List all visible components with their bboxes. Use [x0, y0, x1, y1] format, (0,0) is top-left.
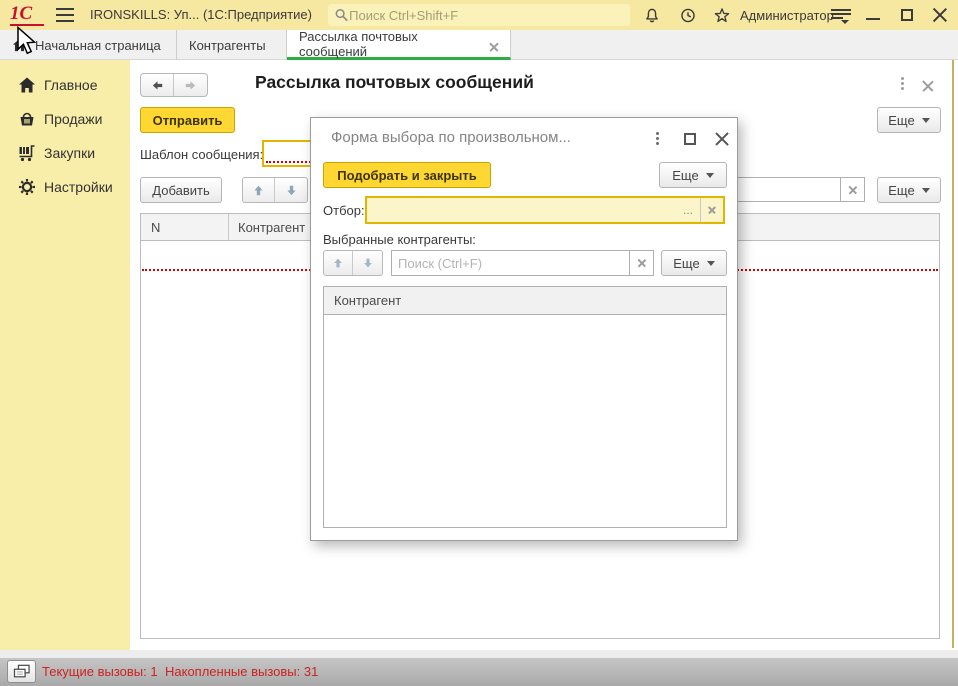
selection-dialog[interactable]: Форма выбора по произвольном... Подобрат… — [310, 117, 738, 541]
page-title: Рассылка почтовых сообщений — [255, 72, 534, 93]
tab-label: Начальная страница — [35, 38, 161, 53]
dialog-maximize-button[interactable] — [684, 133, 696, 145]
dialog-close-button[interactable] — [715, 132, 728, 145]
dialog-list-more-button[interactable]: Еще — [661, 250, 727, 276]
dialog-move-down-button[interactable] — [353, 251, 382, 275]
dialog-search-box[interactable] — [391, 250, 630, 276]
basket-icon — [18, 110, 36, 128]
favorites-star-icon[interactable] — [713, 7, 731, 24]
tab-label: Рассылка почтовых сообщений — [299, 29, 479, 59]
top-bar: 1С IRONSKILLS: Уп... (1С:Предприятие) Ад… — [0, 0, 958, 30]
tab-home[interactable]: Начальная страница — [0, 30, 177, 60]
filter-label: Отбор: — [323, 203, 365, 218]
filter-choose-button[interactable]: ... — [676, 203, 700, 217]
window-minimize-button[interactable] — [866, 18, 880, 20]
gear-icon — [18, 178, 36, 196]
column-header-kontragent[interactable]: Контрагент — [334, 293, 401, 308]
move-down-button[interactable] — [275, 178, 307, 202]
selected-kontragenty-label: Выбранные контрагенты: — [323, 232, 476, 247]
filter-input[interactable]: ... — [365, 196, 725, 224]
service-menu-icon[interactable] — [831, 9, 851, 22]
filter-clear-button[interactable] — [701, 198, 723, 222]
main-search-clear-button[interactable] — [840, 177, 865, 202]
template-label: Шаблон сообщения: — [140, 147, 263, 162]
current-user-label: Администратор — [740, 8, 834, 23]
global-search-input[interactable] — [349, 8, 624, 23]
more-button-label: Еще — [888, 183, 914, 198]
tab-label: Контрагенты — [189, 38, 266, 53]
filter-tools: ... — [676, 198, 723, 222]
more-button-label: Еще — [673, 256, 699, 271]
pick-and-close-button[interactable]: Подобрать и закрыть — [323, 162, 491, 188]
sidebar-item-nastroyki[interactable]: Настройки — [0, 170, 130, 204]
sidebar-item-label: Настройки — [44, 179, 113, 195]
chevron-down-icon — [706, 173, 714, 178]
sidebar: Главное Продажи Закупки — [0, 60, 130, 650]
filter-value-input[interactable] — [367, 203, 676, 218]
sidebar-item-label: Главное — [44, 77, 98, 93]
app-title: IRONSKILLS: Уп... (1С:Предприятие) — [90, 7, 312, 22]
more-button-label: Еще — [888, 113, 914, 128]
notifications-bell-icon[interactable] — [643, 7, 661, 24]
tab-bar: Начальная страница Контрагенты Рассылка … — [0, 30, 958, 60]
sidebar-item-glavnoe[interactable]: Главное — [0, 68, 130, 102]
chevron-down-icon — [707, 261, 715, 266]
cart-icon — [18, 144, 36, 162]
main-more-button[interactable]: Еще — [877, 107, 941, 133]
global-search-box[interactable] — [328, 4, 630, 26]
current-calls-label: Текущие вызовы: 1 — [42, 664, 158, 679]
column-header-n[interactable]: N — [151, 220, 160, 235]
server-calls-icon — [13, 664, 31, 679]
add-button[interactable]: Добавить — [140, 177, 222, 203]
main-table-more-button[interactable]: Еще — [877, 177, 941, 203]
nav-history-group — [140, 73, 208, 97]
more-button-label: Еще — [672, 168, 698, 183]
add-button-label: Добавить — [152, 183, 209, 198]
bottom-strip — [0, 650, 958, 658]
tab-close-icon[interactable] — [489, 39, 498, 48]
history-clock-icon[interactable] — [679, 7, 697, 24]
dialog-title: Форма выбора по произвольном... — [331, 129, 571, 146]
dialog-move-row-group — [323, 250, 383, 276]
move-up-button[interactable] — [243, 178, 275, 202]
dialog-more-button[interactable]: Еще — [659, 162, 727, 188]
sidebar-item-label: Закупки — [44, 145, 95, 161]
main-menu-icon[interactable] — [56, 8, 74, 22]
column-separator[interactable] — [228, 214, 229, 240]
tab-kontragenty[interactable]: Контрагенты — [177, 30, 287, 60]
home-icon — [18, 76, 36, 94]
home-icon — [12, 38, 27, 52]
right-splitter-line[interactable] — [952, 60, 954, 648]
dialog-table-body[interactable] — [323, 315, 727, 528]
form-close-icon[interactable] — [922, 78, 933, 89]
send-button-label: Отправить — [153, 113, 223, 128]
move-row-group — [242, 177, 308, 203]
chevron-down-icon — [922, 118, 930, 123]
sidebar-item-zakupki[interactable]: Закупки — [0, 136, 130, 170]
back-arrow-button[interactable] — [141, 74, 174, 96]
required-field-marker — [266, 161, 315, 163]
tab-rassylka-active[interactable]: Рассылка почтовых сообщений — [287, 30, 511, 60]
send-button[interactable]: Отправить — [140, 107, 235, 133]
form-menu-dots-icon[interactable] — [901, 77, 905, 91]
app-window: 1С IRONSKILLS: Уп... (1С:Предприятие) Ад… — [0, 0, 958, 686]
status-bar: Текущие вызовы: 1 Накопленные вызовы: 31 — [0, 658, 958, 686]
window-close-button[interactable] — [933, 8, 947, 22]
column-header-kontragent[interactable]: Контрагент — [238, 220, 305, 235]
dialog-search-input[interactable] — [398, 256, 623, 271]
dialog-search-clear-button[interactable] — [629, 250, 654, 276]
sidebar-item-prodazhi[interactable]: Продажи — [0, 102, 130, 136]
chevron-down-icon — [922, 188, 930, 193]
dialog-menu-dots-icon[interactable] — [656, 132, 660, 146]
1c-logo-icon: 1С — [10, 4, 44, 26]
window-maximize-button[interactable] — [901, 9, 913, 21]
sidebar-item-label: Продажи — [44, 111, 102, 127]
pick-and-close-label: Подобрать и закрыть — [337, 168, 477, 183]
search-icon — [334, 7, 349, 23]
forward-arrow-button[interactable] — [174, 74, 207, 96]
accumulated-calls-label: Накопленные вызовы: 31 — [165, 664, 318, 679]
dialog-table-header: Контрагент — [323, 286, 727, 315]
performance-indicator-button[interactable] — [7, 660, 36, 683]
dialog-move-up-button[interactable] — [324, 251, 353, 275]
